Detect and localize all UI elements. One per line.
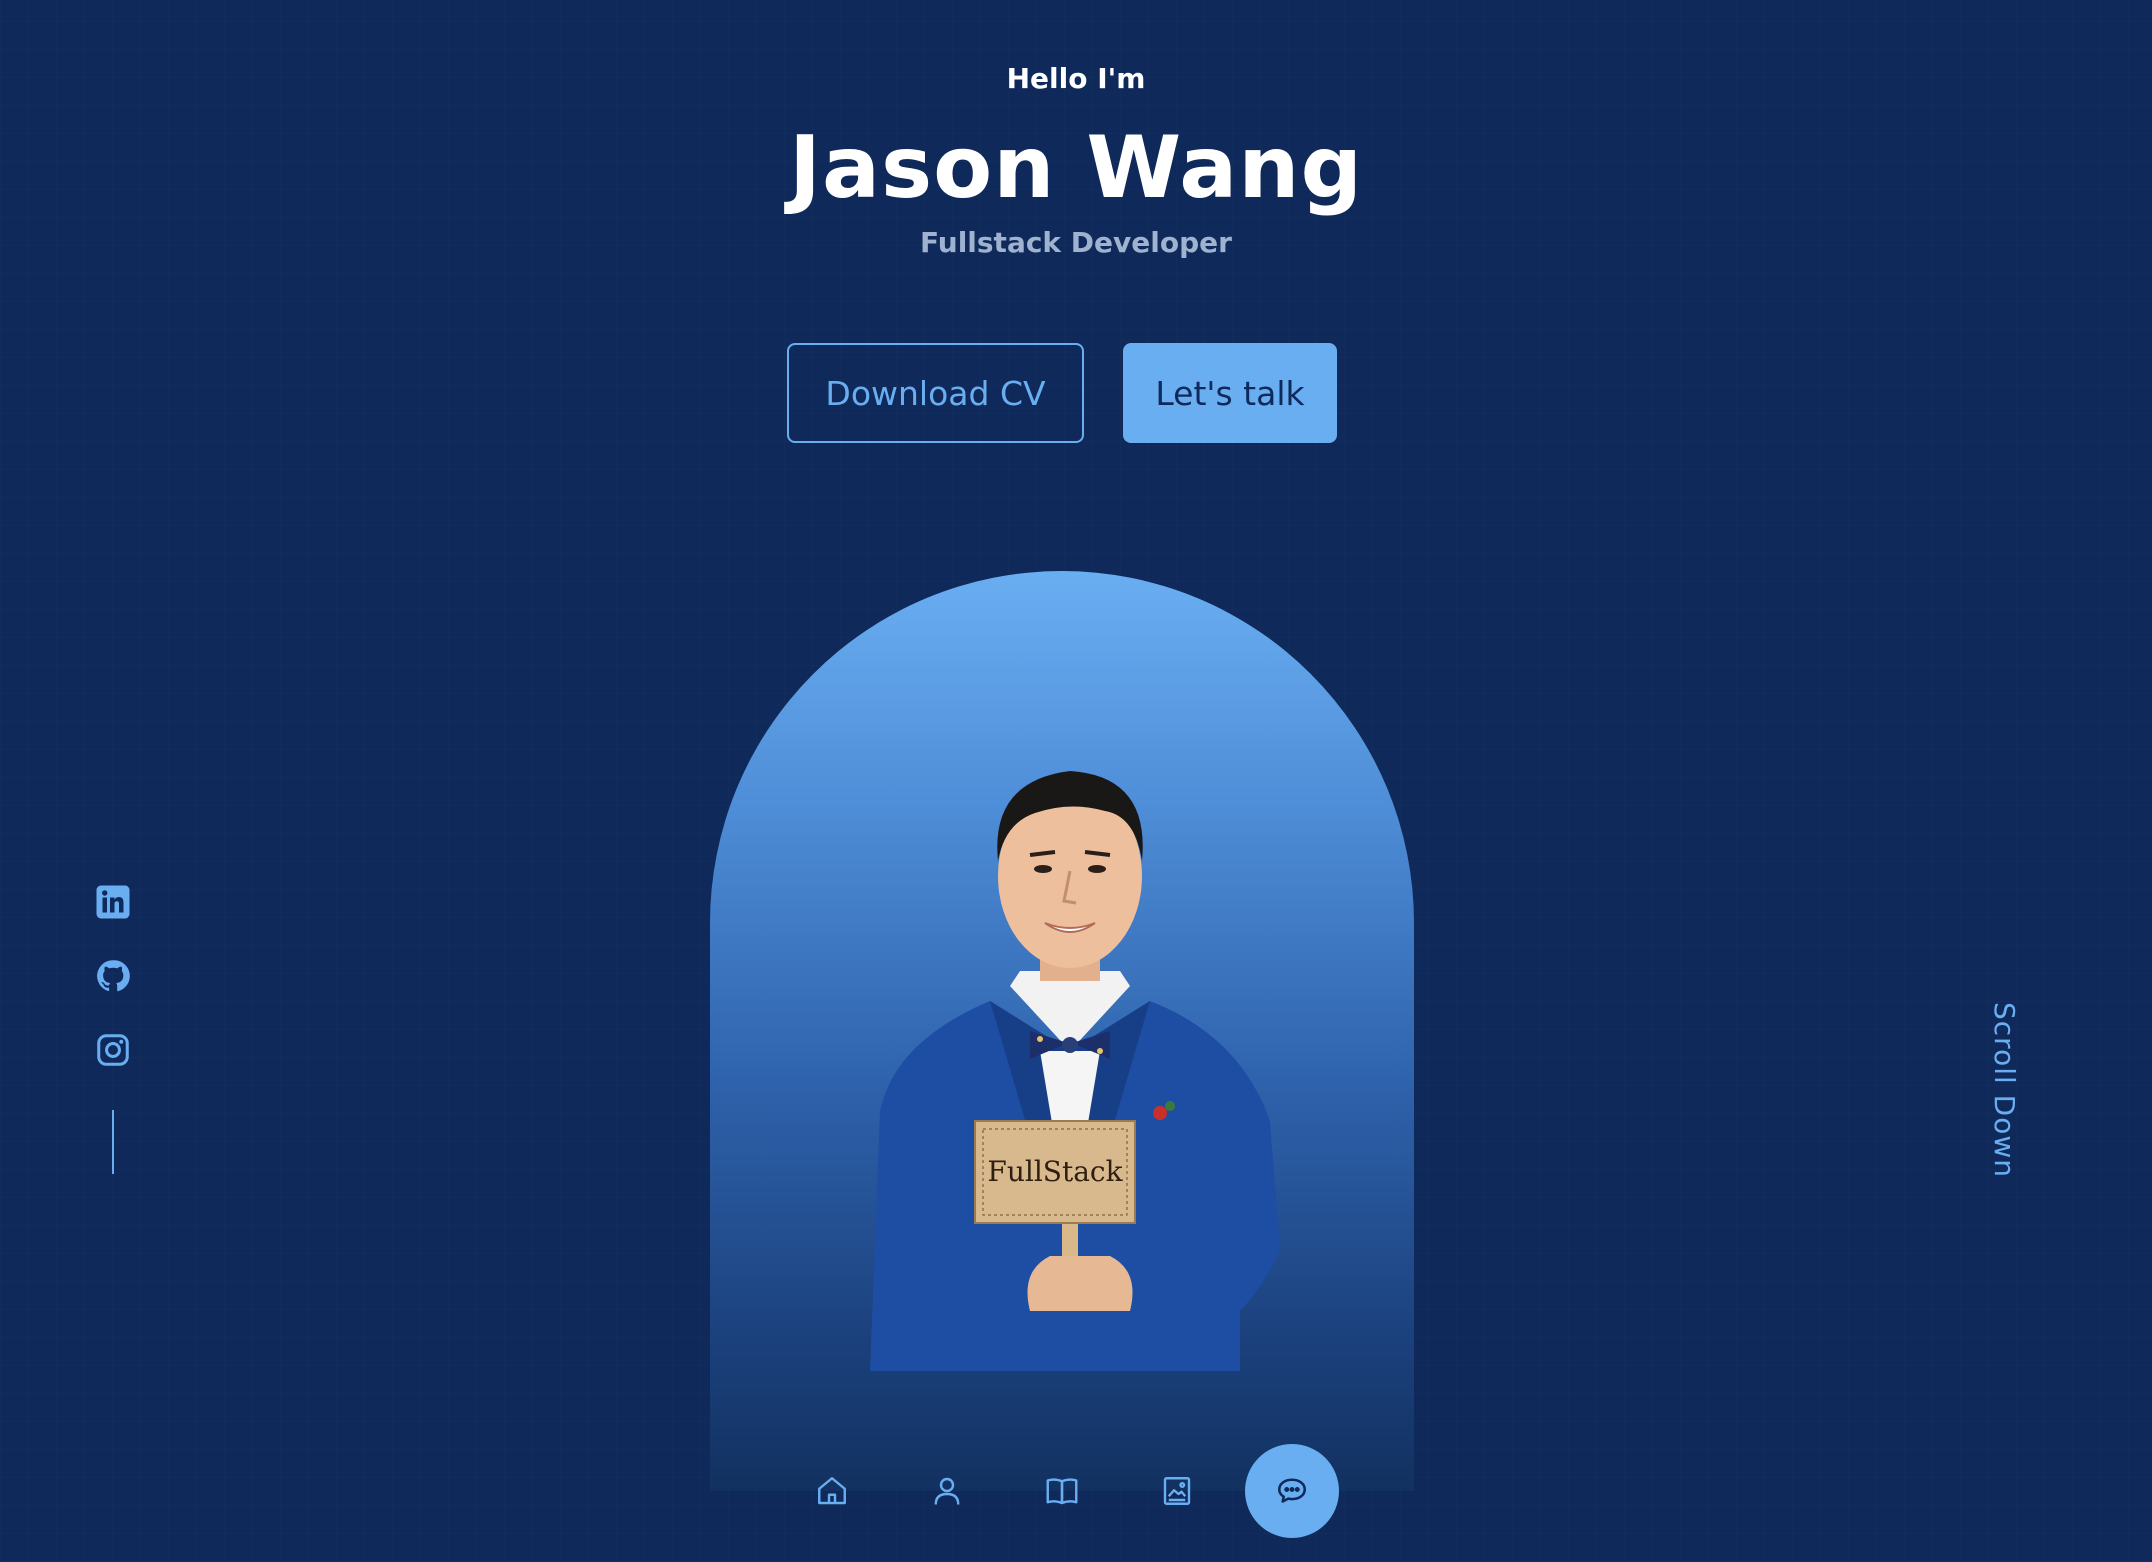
portrait-image: FullStack [870, 771, 1280, 1371]
nav-item-home[interactable] [785, 1444, 879, 1538]
bottom-nav [765, 1442, 1359, 1540]
instagram-icon[interactable] [95, 1032, 131, 1068]
linkedin-icon[interactable] [95, 884, 131, 920]
social-divider-line [112, 1110, 114, 1174]
download-cv-button[interactable]: Download CV [787, 343, 1084, 443]
github-icon[interactable] [95, 958, 131, 994]
lets-talk-button[interactable]: Let's talk [1123, 343, 1337, 443]
greeting-text: Hello I'm [1006, 62, 1146, 95]
portrait-arch: FullStack [710, 571, 1414, 1491]
chat-icon [1277, 1478, 1307, 1503]
hero-name: Jason Wang [788, 118, 1364, 218]
hero-role: Fullstack Developer [920, 226, 1232, 259]
nav-item-portfolio[interactable] [1130, 1444, 1224, 1538]
page: Hello I'm Jason Wang Fullstack Developer… [0, 0, 2152, 1562]
image-icon [1163, 1477, 1191, 1505]
book-icon [1046, 1478, 1078, 1505]
nav-item-contact[interactable] [1245, 1444, 1339, 1538]
social-links [94, 884, 132, 1174]
nav-item-about[interactable] [900, 1444, 994, 1538]
home-icon [818, 1477, 846, 1505]
sign-text: FullStack [987, 1155, 1123, 1188]
nav-item-experience[interactable] [1015, 1444, 1109, 1538]
user-icon [934, 1477, 960, 1505]
scroll-down-link[interactable]: Scroll Down [1988, 1002, 2021, 1178]
